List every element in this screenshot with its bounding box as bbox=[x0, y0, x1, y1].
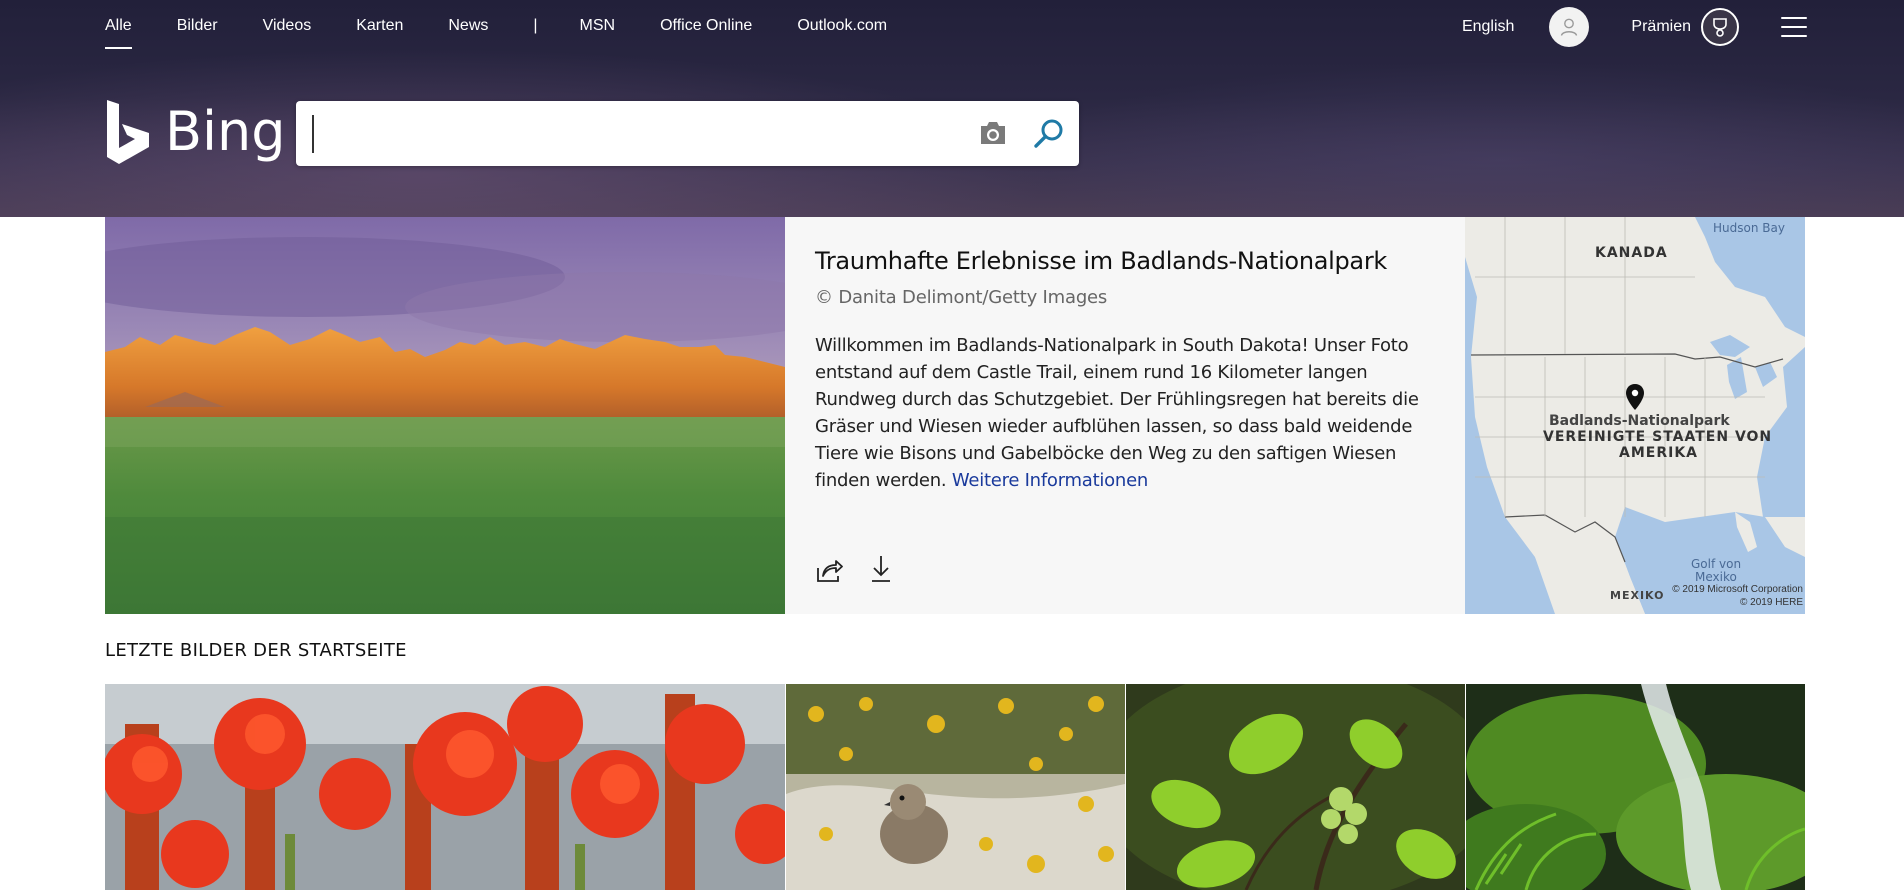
location-map[interactable]: Hudson Bay KANADA Badlands-Nationalpark … bbox=[1465, 217, 1805, 614]
hero-photo[interactable] bbox=[105, 217, 785, 614]
magnifier-glyph bbox=[1034, 119, 1063, 148]
bing-b-icon bbox=[107, 100, 149, 164]
top-navigation: Alle Bilder Videos Karten News | MSN Off… bbox=[105, 0, 932, 52]
map-label-hudson-bay: Hudson Bay bbox=[1713, 221, 1785, 235]
nav-item-images[interactable]: Bilder bbox=[177, 17, 218, 35]
hero-info-panel: Traumhafte Erlebnisse im Badlands-Nation… bbox=[785, 217, 1465, 614]
nav-item-all[interactable]: Alle bbox=[105, 17, 132, 49]
magnifier-icon[interactable] bbox=[1032, 117, 1066, 156]
rewards-label[interactable]: Prämien bbox=[1631, 18, 1691, 36]
nav-item-outlook[interactable]: Outlook.com bbox=[797, 17, 887, 35]
nav-separator: | bbox=[533, 17, 538, 34]
green-leaves-image bbox=[1126, 684, 1465, 890]
hamburger-menu-icon[interactable] bbox=[1781, 17, 1807, 37]
hero-description: Willkommen im Badlands-Nationalpark in S… bbox=[815, 332, 1435, 494]
hero-title[interactable]: Traumhafte Erlebnisse im Badlands-Nation… bbox=[815, 247, 1435, 275]
recent-images-title: LETZTE BILDER DER STARTSEITE bbox=[105, 640, 407, 661]
hero-credit: © Danita Delimont/Getty Images bbox=[815, 287, 1108, 308]
search-box bbox=[296, 101, 1079, 166]
map-label-mexico: MEXIKO bbox=[1610, 589, 1665, 602]
header-background: Alle Bilder Videos Karten News | MSN Off… bbox=[0, 0, 1904, 217]
map-label-usa-line1: VEREINIGTE STAATEN VON bbox=[1543, 429, 1773, 445]
share-icon[interactable] bbox=[815, 554, 843, 584]
map-copyright-microsoft: © 2019 Microsoft Corporation bbox=[1672, 584, 1803, 595]
recent-image-aloe[interactable] bbox=[105, 684, 785, 890]
map-copyright-here: © 2019 HERE bbox=[1740, 597, 1803, 608]
logo-text: Bing bbox=[165, 100, 286, 163]
user-silhouette bbox=[1561, 18, 1578, 36]
recent-image-chick[interactable] bbox=[786, 684, 1125, 890]
recent-images-strip bbox=[105, 684, 1805, 890]
download-glyph bbox=[872, 556, 890, 582]
hero-section: Traumhafte Erlebnisse im Badlands-Nation… bbox=[105, 217, 1805, 614]
nav-item-videos[interactable]: Videos bbox=[263, 17, 312, 35]
language-link[interactable]: English bbox=[1462, 18, 1514, 36]
camera-glyph bbox=[981, 122, 1005, 144]
bird-chick-image bbox=[786, 684, 1125, 890]
badlands-landscape-image bbox=[105, 217, 785, 614]
menu-bar bbox=[1781, 17, 1807, 19]
recent-image-leaves[interactable] bbox=[1126, 684, 1465, 890]
nav-item-maps[interactable]: Karten bbox=[356, 17, 403, 35]
bing-logo[interactable]: Bing bbox=[105, 100, 286, 164]
map-label-gulf-line1: Golf von bbox=[1691, 557, 1742, 571]
header-right-controls: English Prämien bbox=[1462, 6, 1807, 48]
camera-icon[interactable] bbox=[978, 119, 1008, 152]
trophy-icon[interactable] bbox=[1701, 8, 1739, 46]
hero-actions bbox=[815, 554, 919, 584]
user-icon[interactable] bbox=[1549, 7, 1590, 47]
mossy-waterfall-image bbox=[1466, 684, 1805, 890]
map-label-gulf-line2: Mexiko bbox=[1695, 570, 1737, 584]
nav-item-msn[interactable]: MSN bbox=[580, 17, 616, 35]
map-label-canada: KANADA bbox=[1595, 245, 1668, 261]
map-pin-icon bbox=[1626, 384, 1644, 410]
more-info-link[interactable]: Weitere Informationen bbox=[952, 470, 1148, 491]
search-input[interactable] bbox=[312, 115, 962, 153]
hero-description-text: Willkommen im Badlands-Nationalpark in S… bbox=[815, 335, 1419, 491]
map-label-usa-line2: AMERIKA bbox=[1619, 445, 1699, 461]
share-glyph bbox=[817, 560, 843, 582]
nav-item-news[interactable]: News bbox=[448, 17, 488, 35]
menu-bar bbox=[1781, 35, 1807, 37]
recent-image-waterfall[interactable] bbox=[1466, 684, 1805, 890]
red-aloe-flowers-image bbox=[105, 684, 785, 890]
map-label-park: Badlands-Nationalpark bbox=[1549, 413, 1730, 429]
download-icon[interactable] bbox=[867, 554, 895, 584]
menu-bar bbox=[1781, 26, 1807, 28]
nav-item-office-online[interactable]: Office Online bbox=[660, 17, 752, 35]
trophy-glyph bbox=[1713, 18, 1727, 37]
